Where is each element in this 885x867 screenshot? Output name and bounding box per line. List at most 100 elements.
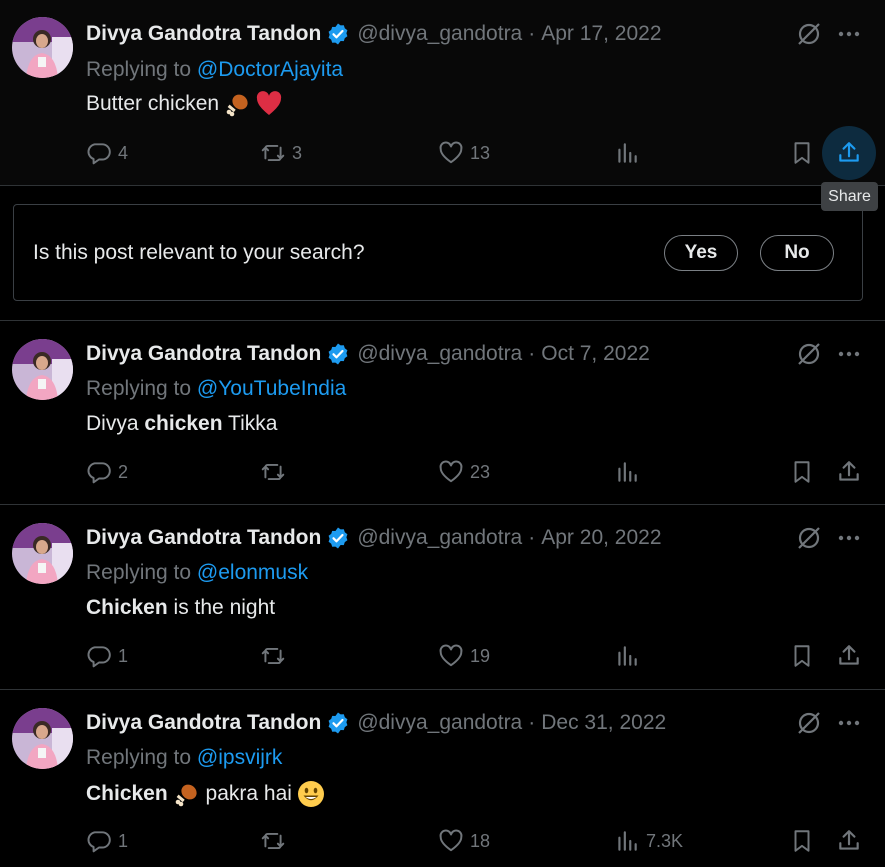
tweet-text-post: pakra hai — [199, 782, 292, 805]
tweet-actions: 1 18 7.3K — [0, 821, 885, 861]
heart-icon — [439, 829, 463, 852]
views-button[interactable]: 7.3K — [614, 821, 683, 861]
bookmark-button[interactable] — [789, 636, 815, 676]
repost-icon — [261, 832, 285, 850]
reply-button[interactable]: 1 — [86, 636, 128, 676]
replying-prefix: Replying to — [86, 746, 197, 769]
reply-button[interactable]: 4 — [86, 133, 128, 173]
red-heart-emoji — [255, 90, 283, 118]
author-name[interactable]: Divya Gandotra Tandon — [86, 342, 321, 366]
poultry-leg-emoji — [172, 780, 200, 808]
mention-link[interactable]: @YouTubeIndia — [197, 377, 346, 400]
more-options-icon[interactable] — [836, 710, 862, 736]
heart-icon — [439, 141, 463, 164]
share-icon — [839, 461, 859, 481]
replying-to: Replying to @DoctorAjayita — [86, 58, 343, 82]
like-button[interactable]: 19 — [438, 636, 490, 676]
author-name[interactable]: Divya Gandotra Tandon — [86, 526, 321, 550]
poultry-leg-emoji — [223, 90, 251, 118]
repost-button[interactable] — [260, 636, 292, 676]
more-options-icon[interactable] — [836, 341, 862, 367]
avatar[interactable] — [12, 523, 73, 584]
tweet-text-highlight: Chicken — [86, 782, 168, 805]
author-handle[interactable]: @divya_gandotra — [357, 526, 522, 550]
repost-button[interactable] — [260, 452, 292, 492]
author-handle[interactable]: @divya_gandotra — [357, 22, 522, 46]
reply-button[interactable]: 1 — [86, 821, 128, 861]
like-count: 23 — [470, 461, 491, 482]
share-button[interactable] — [822, 821, 876, 861]
reply-icon — [87, 143, 111, 165]
yes-button[interactable]: Yes — [664, 235, 738, 271]
views-count: 7.3K — [646, 830, 684, 851]
mention-link[interactable]: @ipsvijrk — [197, 746, 283, 769]
like-button[interactable]: 13 — [438, 133, 490, 173]
repost-icon — [261, 144, 285, 162]
tweet-text: Chicken pakra hai — [86, 779, 326, 809]
survey-question: Is this post relevant to your search? — [33, 241, 365, 264]
like-count: 19 — [470, 645, 491, 666]
repost-icon — [261, 647, 285, 665]
replying-prefix: Replying to — [86, 58, 197, 81]
reply-count: 2 — [118, 461, 129, 482]
author-name[interactable]: Divya Gandotra Tandon — [86, 22, 321, 46]
share-icon — [839, 830, 859, 850]
author-name[interactable]: Divya Gandotra Tandon — [86, 711, 321, 735]
tweet-date[interactable]: Dec 31, 2022 — [541, 711, 666, 735]
share-button[interactable] — [822, 126, 876, 180]
views-button[interactable] — [614, 133, 646, 173]
replying-to: Replying to @elonmusk — [86, 561, 308, 585]
replying-to: Replying to @YouTubeIndia — [86, 377, 346, 401]
reply-count: 1 — [118, 645, 129, 666]
bookmark-icon — [794, 142, 810, 164]
grok-icon[interactable] — [795, 20, 823, 48]
mention-link[interactable]: @DoctorAjayita — [197, 58, 343, 81]
avatar[interactable] — [12, 339, 73, 400]
views-button[interactable] — [614, 636, 646, 676]
tweet-text-pre: Divya — [86, 412, 145, 435]
replying-to: Replying to @ipsvijrk — [86, 746, 282, 770]
views-button[interactable] — [614, 452, 646, 492]
more-options-icon[interactable] — [836, 525, 862, 551]
reply-button[interactable]: 2 — [86, 452, 128, 492]
repost-button[interactable]: 3 — [260, 133, 302, 173]
share-icon — [839, 645, 859, 665]
grok-icon[interactable] — [795, 340, 823, 368]
tweet[interactable]: Divya Gandotra Tandon @divya_gandotra · … — [0, 0, 885, 186]
verified-badge-icon — [328, 527, 348, 549]
tweet-text-content: Butter chicken — [86, 92, 220, 115]
like-button[interactable]: 18 — [438, 821, 490, 861]
grok-icon[interactable] — [795, 524, 823, 552]
verified-badge-icon — [328, 343, 348, 365]
more-options-icon[interactable] — [836, 21, 862, 47]
tweet-date[interactable]: Oct 7, 2022 — [541, 342, 650, 366]
repost-button[interactable] — [260, 821, 292, 861]
no-button[interactable]: No — [760, 235, 834, 271]
bookmark-button[interactable] — [789, 452, 815, 492]
bookmark-button[interactable] — [789, 133, 815, 173]
avatar[interactable] — [12, 17, 73, 78]
verified-badge-icon — [328, 23, 348, 45]
share-button[interactable] — [822, 452, 876, 492]
reply-icon — [87, 462, 111, 484]
verified-badge-icon — [328, 712, 348, 734]
tweet[interactable]: Divya Gandotra Tandon @divya_gandotra · … — [0, 320, 885, 505]
avatar[interactable] — [12, 708, 73, 769]
bookmark-button[interactable] — [789, 821, 815, 861]
repost-icon — [261, 463, 285, 481]
author-handle[interactable]: @divya_gandotra — [357, 711, 522, 735]
grok-icon[interactable] — [795, 709, 823, 737]
mention-link[interactable]: @elonmusk — [197, 561, 308, 584]
tweet-date[interactable]: Apr 20, 2022 — [541, 526, 661, 550]
repost-count: 3 — [292, 142, 303, 163]
tweet-actions: 4 3 13 — [0, 126, 885, 180]
author-handle[interactable]: @divya_gandotra — [357, 342, 522, 366]
tweet-date[interactable]: Apr 17, 2022 — [541, 22, 661, 46]
tweet[interactable]: Divya Gandotra Tandon @divya_gandotra · … — [0, 505, 885, 690]
tweet[interactable]: Divya Gandotra Tandon @divya_gandotra · … — [0, 690, 885, 867]
tweet-header: Divya Gandotra Tandon @divya_gandotra · … — [86, 710, 666, 736]
separator-dot: · — [528, 711, 536, 734]
like-button[interactable]: 23 — [438, 452, 490, 492]
share-button[interactable] — [822, 636, 876, 676]
views-icon — [618, 143, 637, 163]
